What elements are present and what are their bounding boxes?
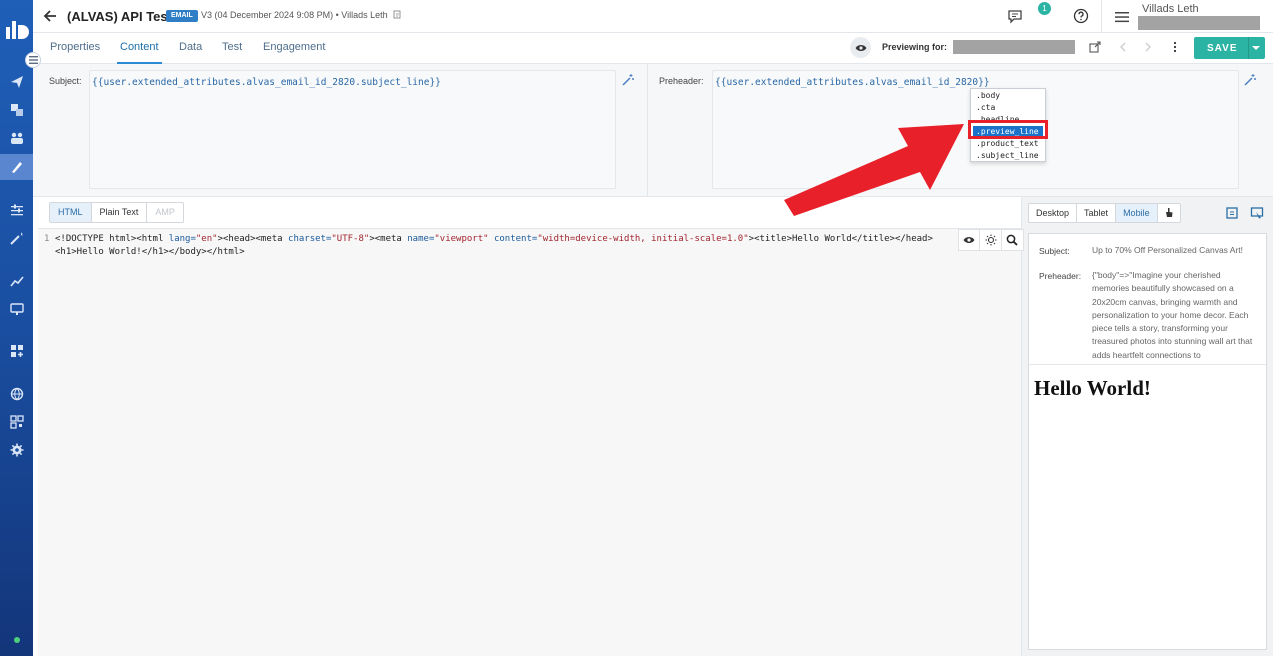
sun-icon [985, 234, 997, 246]
code-editor[interactable]: 1 <!DOCTYPE html><html lang="en"><head><… [38, 228, 1021, 656]
eye-icon [855, 44, 866, 51]
tab-data[interactable]: Data [179, 41, 202, 53]
format-plain-text-button[interactable]: Plain Text [92, 203, 148, 222]
nav-analytics-icon[interactable] [8, 272, 25, 289]
preview-preheader-value: {"body"=>"Imagine your cherished memorie… [1092, 270, 1253, 360]
subject-label: Subject: [49, 76, 82, 86]
nav-magic-icon[interactable] [8, 229, 25, 246]
hamburger-menu-icon[interactable] [1114, 9, 1130, 25]
nav-reports-icon[interactable] [8, 300, 25, 317]
format-amp-button: AMP [155, 207, 175, 217]
header-divider [1101, 0, 1102, 33]
nav-settings-sliders-icon[interactable] [8, 201, 25, 218]
preview-subject-label: Subject: [1039, 246, 1070, 256]
preview-pane: Desktop Tablet Mobile Subject: Up to 70%… [1021, 197, 1273, 656]
autocomplete-item[interactable]: .body [971, 90, 1045, 102]
tab-engagement[interactable]: Engagement [263, 41, 325, 53]
preview-user-input[interactable] [953, 40, 1075, 54]
previewing-for-label: Previewing for: [882, 42, 948, 52]
nav-global-icon[interactable] [8, 385, 25, 402]
format-html-button[interactable]: HTML [50, 203, 92, 222]
more-options-icon[interactable] [1170, 41, 1180, 53]
edit-history-icon[interactable] [393, 10, 402, 19]
user-company-redacted [1138, 16, 1260, 30]
autocomplete-item[interactable]: .cta [971, 102, 1045, 114]
autocomplete-item[interactable]: .product_text [971, 138, 1045, 150]
top-header: (ALVAS) API Test EMAIL V3 (04 December 2… [33, 0, 1273, 33]
device-desktop-button[interactable]: Desktop [1029, 204, 1078, 222]
braze-logo [6, 21, 29, 39]
subject-value: {{user.extended_attributes.alvas_email_i… [92, 77, 441, 88]
code-line-2: <h1>Hello World!</h1></body></html> [55, 247, 245, 257]
menu-icon [28, 56, 38, 64]
next-user-icon[interactable] [1143, 42, 1153, 52]
mobile-preview-frame: Subject: Up to 70% Off Personalized Canv… [1028, 233, 1267, 650]
nav-audience-icon[interactable] [8, 129, 25, 146]
nav-qr-icon[interactable] [8, 413, 25, 430]
notification-count-badge: 1 [1038, 2, 1051, 15]
line-number: 1 [44, 234, 50, 244]
nav-content-icon[interactable] [0, 154, 33, 180]
save-split-divider [1248, 37, 1249, 59]
format-toggle-group: HTML Plain Text AMP [49, 202, 184, 223]
chat-icon[interactable] [1007, 8, 1023, 24]
rendered-heading: Hello World! [1034, 376, 1151, 400]
back-arrow-icon[interactable] [41, 7, 59, 25]
user-name[interactable]: Villads Leth [1142, 3, 1199, 15]
tabs-bar: Properties Content Data Test Engagement … [33, 33, 1273, 64]
author-name: Villads Leth [341, 10, 388, 20]
device-mobile-button[interactable]: Mobile [1116, 204, 1158, 222]
theme-toggle-button[interactable] [980, 230, 1002, 250]
subject-preheader-section: Subject: {{user.extended_attributes.alva… [33, 64, 1273, 197]
message-title: (ALVAS) API Test [67, 9, 172, 24]
prev-user-icon[interactable] [1118, 42, 1128, 52]
subject-personalize-wand-icon[interactable] [621, 73, 635, 87]
nav-send-icon[interactable] [8, 73, 25, 90]
pointer-hand-icon [1165, 208, 1173, 217]
screen-share-preview-icon[interactable] [1250, 206, 1264, 220]
nav-settings-gear-icon[interactable] [8, 441, 25, 458]
inbox-meta: Subject: Up to 70% Off Personalized Canv… [1029, 234, 1266, 365]
tab-content[interactable]: Content [120, 41, 159, 53]
autocomplete-item[interactable]: .subject_line [971, 150, 1045, 162]
help-icon[interactable] [1073, 8, 1089, 24]
tab-test[interactable]: Test [222, 41, 242, 53]
line-gutter [38, 229, 53, 656]
preview-subject-value: Up to 70% Off Personalized Canvas Art! [1092, 245, 1244, 255]
device-toggle-group: Desktop Tablet Mobile [1028, 203, 1181, 223]
nav-templates-icon[interactable] [8, 101, 25, 118]
open-external-icon[interactable] [1089, 41, 1101, 53]
left-nav-rail [0, 0, 41, 656]
preview-toggle-button[interactable] [850, 37, 871, 58]
version-text: V3 (04 December 2024 9:08 PM) [201, 10, 334, 20]
highlight-box-annotation [968, 120, 1048, 139]
device-tablet-button[interactable]: Tablet [1077, 204, 1117, 222]
search-code-button[interactable] [1002, 230, 1023, 250]
save-button[interactable]: SAVE [1194, 37, 1265, 59]
html-editor-panel: HTML Plain Text AMP 1 <!DOCTYPE html><ht… [33, 197, 1024, 656]
nav-integrations-icon[interactable] [8, 342, 25, 359]
red-arrow-annotation [784, 124, 964, 216]
subject-input[interactable]: {{user.extended_attributes.alvas_email_i… [89, 70, 616, 189]
save-dropdown-caret-icon[interactable] [1252, 46, 1260, 50]
eye-icon [963, 237, 975, 243]
fields-divider [647, 64, 648, 197]
preview-eye-button[interactable] [959, 230, 981, 250]
online-status-dot [14, 637, 20, 643]
app-root: (ALVAS) API Test EMAIL V3 (04 December 2… [0, 0, 1273, 656]
search-icon [1006, 234, 1018, 246]
preview-preheader-label: Preheader: [1039, 271, 1082, 281]
collapse-nav-button[interactable] [25, 52, 41, 68]
export-preview-icon[interactable] [1225, 206, 1239, 220]
save-label: SAVE [1207, 43, 1238, 54]
preheader-personalize-wand-icon[interactable] [1243, 73, 1257, 87]
tab-properties[interactable]: Properties [50, 41, 100, 53]
preheader-value: {{user.extended_attributes.alvas_email_i… [715, 77, 990, 88]
channel-badge: EMAIL [166, 10, 198, 22]
version-info: V3 (04 December 2024 9:08 PM) • Villads … [201, 10, 402, 20]
interactive-preview-button[interactable] [1158, 204, 1180, 222]
preheader-label: Preheader: [659, 76, 704, 86]
editor-tools [958, 229, 1024, 251]
code-line-1: <!DOCTYPE html><html lang="en"><head><me… [55, 234, 933, 244]
